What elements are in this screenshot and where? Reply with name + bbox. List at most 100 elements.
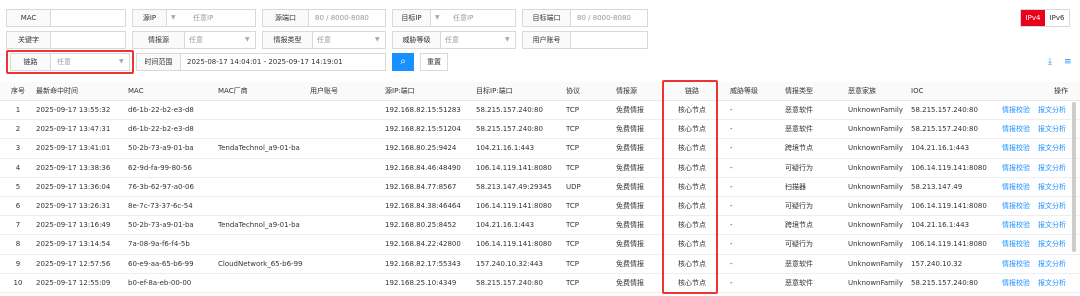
cell-malware-family: UnknownFamily xyxy=(848,201,904,210)
cell-malware-family: UnknownFamily xyxy=(848,182,904,191)
cell-src: 192.168.84.77:8567 xyxy=(385,182,457,191)
cell-protocol: TCP xyxy=(566,144,579,153)
intel-type-filter[interactable]: 情报类型 任意 ▼ xyxy=(262,31,386,49)
cell-malware-family: UnknownFamily xyxy=(848,240,904,249)
src-port-filter[interactable]: 源端口 80 / 8000-8080 xyxy=(262,9,386,27)
table-body: 1 2025-09-17 13:55:32 d6-1b-22-b2-e3-d8 192… xyxy=(0,101,1080,293)
cell-index: 3 xyxy=(15,144,21,153)
time-range-label: 时间范围 xyxy=(137,54,181,70)
ipv4-button[interactable]: IPv4 xyxy=(1021,10,1045,26)
filter-row-1: MAC 源IP ▼ 任意IP 源端口 80 / 8000-8080 目标IP ▼… xyxy=(6,9,706,27)
intel-verify-link[interactable]: 情报校验 xyxy=(1002,101,1030,120)
search-button[interactable]: ⌕ xyxy=(392,53,414,71)
user-account-filter[interactable]: 用户账号 xyxy=(522,31,648,49)
cell-intel-type: 可疑行为 xyxy=(785,240,813,249)
packet-analysis-link[interactable]: 报文分析 xyxy=(1038,235,1066,254)
intel-verify-link[interactable]: 情报校验 xyxy=(1002,235,1030,254)
cell-index: 1 xyxy=(15,106,21,114)
col-header-threat-level: 威胁等级 xyxy=(730,87,758,95)
packet-analysis-link[interactable]: 报文分析 xyxy=(1038,274,1066,293)
cell-threat-level: - xyxy=(730,240,733,249)
threat-level-select[interactable]: 任意 xyxy=(441,32,459,48)
col-header-malware-family: 恶意家族 xyxy=(848,87,876,95)
packet-analysis-link[interactable]: 报文分析 xyxy=(1038,178,1066,197)
dst-port-filter[interactable]: 目标端口 80 / 8000-8080 xyxy=(522,9,648,27)
intel-verify-link[interactable]: 情报校验 xyxy=(1002,159,1030,178)
cell-ioc: 157.240.10.32 xyxy=(911,259,963,268)
packet-analysis-link[interactable]: 报文分析 xyxy=(1038,159,1066,178)
intel-verify-link[interactable]: 情报校验 xyxy=(1002,197,1030,216)
src-ip-input[interactable]: 任意IP xyxy=(189,10,213,26)
src-ip-label: 源IP xyxy=(133,10,167,26)
cell-dst: 157.240.10.32:443 xyxy=(476,259,543,268)
cell-intel-type: 可疑行为 xyxy=(785,163,813,172)
cell-mac: 7a-08-9a-f6-f4-5b xyxy=(128,240,190,249)
cell-intel-type: 恶意软件 xyxy=(785,259,813,268)
packet-analysis-link[interactable]: 报文分析 xyxy=(1038,216,1066,235)
dst-port-input[interactable]: 80 / 8000-8080 xyxy=(573,10,631,26)
cell-time: 2025-09-17 13:16:49 xyxy=(36,221,111,230)
cell-dst: 58.215.157.240:80 xyxy=(476,106,543,114)
intel-verify-link[interactable]: 情报校验 xyxy=(1002,255,1030,274)
cell-threat-level: - xyxy=(730,201,733,210)
chevron-down-icon[interactable]: ▼ xyxy=(435,10,440,26)
intel-source-filter[interactable]: 情报源 任意 ▼ xyxy=(132,31,256,49)
time-range-filter[interactable]: 时间范围 2025-08-17 14:04:01 - 2025-09-17 14… xyxy=(136,53,386,71)
cell-protocol: TCP xyxy=(566,259,579,268)
cell-index: 5 xyxy=(15,182,21,191)
cell-mac: 62-9d-fa-99-80-56 xyxy=(128,163,192,172)
download-icon[interactable]: ⤓ xyxy=(1048,57,1052,67)
intel-type-select[interactable]: 任意 xyxy=(313,32,331,48)
packet-analysis-link[interactable]: 报文分析 xyxy=(1038,120,1066,139)
chevron-down-icon[interactable]: ▼ xyxy=(375,32,380,48)
cell-protocol: TCP xyxy=(566,201,579,210)
intel-verify-link[interactable]: 情报校验 xyxy=(1002,216,1030,235)
intel-verify-link[interactable]: 情报校验 xyxy=(1002,120,1030,139)
ipv6-button[interactable]: IPv6 xyxy=(1045,10,1069,26)
chevron-down-icon[interactable]: ▼ xyxy=(171,10,176,26)
intel-verify-link[interactable]: 情报校验 xyxy=(1002,274,1030,293)
cell-threat-level: - xyxy=(730,106,733,114)
packet-analysis-link[interactable]: 报文分析 xyxy=(1038,197,1066,216)
cell-ioc: 104.21.16.1:443 xyxy=(911,144,970,153)
keyword-filter[interactable]: 关键字 xyxy=(6,31,126,49)
intel-source-select[interactable]: 任意 xyxy=(185,32,203,48)
cell-mac: d6-1b-22-b2-e3-d8 xyxy=(128,106,194,114)
table-row: 5 2025-09-17 13:36:04 76-3b-62-97-a0-06 192… xyxy=(0,178,1080,197)
user-account-input[interactable] xyxy=(571,32,575,48)
chevron-down-icon[interactable]: ▼ xyxy=(505,32,510,48)
cell-intel-type: 跨境节点 xyxy=(785,221,813,230)
reset-button[interactable]: 重置 xyxy=(420,53,448,71)
cell-malware-family: UnknownFamily xyxy=(848,125,904,134)
cell-mac: d6-1b-22-b2-e3-d8 xyxy=(128,125,194,134)
cell-src: 192.168.25.10:4349 xyxy=(385,278,457,287)
dst-ip-filter[interactable]: 目标IP ▼ 任意IP xyxy=(392,9,516,27)
cell-mac: 8e-7c-73-37-6c-54 xyxy=(128,201,193,210)
time-range-input[interactable]: 2025-08-17 14:04:01 - 2025-09-17 14:19:0… xyxy=(183,54,343,70)
chevron-down-icon[interactable]: ▼ xyxy=(245,32,250,48)
packet-analysis-link[interactable]: 报文分析 xyxy=(1038,139,1066,158)
cell-protocol: TCP xyxy=(566,221,579,230)
column-settings-icon[interactable]: ≡ xyxy=(1064,57,1072,67)
table-row: 8 2025-09-17 13:14:54 7a-08-9a-f6-f4-5b 192… xyxy=(0,235,1080,255)
src-ip-filter[interactable]: 源IP ▼ 任意IP xyxy=(132,9,256,27)
cell-ioc: 58.215.157.240:80 xyxy=(911,125,978,134)
intel-verify-link[interactable]: 情报校验 xyxy=(1002,178,1030,197)
packet-analysis-link[interactable]: 报文分析 xyxy=(1038,101,1066,120)
packet-analysis-link[interactable]: 报文分析 xyxy=(1038,255,1066,274)
cell-intel-type: 恶意软件 xyxy=(785,106,813,114)
mac-filter[interactable]: MAC xyxy=(6,9,126,27)
ip-version-toggle[interactable]: IPv4 IPv6 xyxy=(1020,9,1070,27)
col-header-src: 源IP:端口 xyxy=(385,87,415,95)
cell-src: 192.168.84.46:48490 xyxy=(385,163,461,172)
intel-verify-link[interactable]: 情报校验 xyxy=(1002,139,1030,158)
threat-level-filter[interactable]: 威胁等级 任意 ▼ xyxy=(392,31,516,49)
mac-input[interactable] xyxy=(51,10,125,26)
src-port-input[interactable]: 80 / 8000-8080 xyxy=(311,10,369,26)
cell-intel-source: 免费情报 xyxy=(616,125,644,134)
dst-ip-input[interactable]: 任意IP xyxy=(449,10,473,26)
cell-protocol: UDP xyxy=(566,182,581,191)
table-scrollbar[interactable] xyxy=(1072,102,1076,252)
col-header-user-account: 用户账号 xyxy=(310,87,338,95)
keyword-input[interactable] xyxy=(51,32,55,48)
